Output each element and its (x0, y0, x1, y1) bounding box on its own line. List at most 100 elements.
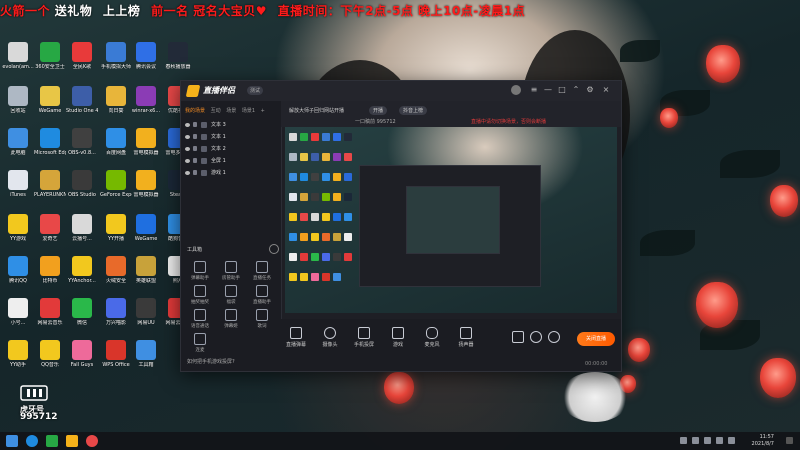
desktop-icon[interactable]: evolan(am... (2, 42, 34, 70)
desktop-icon[interactable]: 腾讯QQ (2, 256, 34, 284)
source-item[interactable]: 游戏 1 (185, 167, 277, 179)
desktop-icon[interactable]: 小号... (2, 298, 34, 326)
desktop-icon[interactable]: 网易云音乐 (34, 298, 66, 326)
desktop-icon[interactable]: YY游戏 (2, 214, 34, 242)
desktop-icon[interactable]: 全民K歌 (66, 42, 98, 70)
user-avatar[interactable] (511, 85, 521, 95)
source-item[interactable]: 文本 1 (185, 131, 277, 143)
phone-cast-button[interactable]: 手机投屏 (349, 327, 379, 348)
tab-scene[interactable]: 场景 (226, 108, 236, 114)
desktop-icon[interactable]: Microsoft Edge (34, 128, 66, 156)
tool-danmu-ji[interactable]: 弹幕姬 (216, 309, 246, 329)
desktop-icon[interactable]: GeForce Experience (100, 170, 132, 198)
stop-live-button[interactable]: 关闭直播 (577, 332, 615, 346)
lock-icon[interactable] (193, 122, 197, 127)
live-status-pill[interactable]: 开播 (369, 106, 388, 115)
desktop-icon[interactable]: Fall Guys (66, 340, 98, 368)
rank-pill[interactable]: 抖音上榜 (399, 106, 428, 115)
visibility-icon[interactable] (185, 159, 190, 163)
add-scene-icon[interactable]: + (261, 108, 265, 114)
room-title[interactable]: 解放大师子回归网站开播 (289, 107, 344, 114)
desktop-icon[interactable]: OBS Studio (66, 170, 98, 198)
desktop-icon[interactable]: 微信 (66, 298, 98, 326)
menu-icon[interactable]: ≡ (529, 85, 539, 95)
taskbar-clock[interactable]: 11:57 2021/8/7 (752, 434, 774, 448)
control-settings-button[interactable] (539, 331, 569, 343)
app-version-badge[interactable]: 测试 (247, 86, 264, 95)
desktop-icon[interactable]: YY助手 (2, 340, 34, 368)
edge-taskbar-icon[interactable] (26, 435, 38, 447)
desktop-icon[interactable]: 比特币 (34, 256, 66, 284)
volume-icon[interactable] (704, 437, 711, 444)
desktop-icon[interactable]: winrar-x6... (130, 86, 162, 114)
desktop-icon[interactable]: YYAnchor... (66, 256, 98, 284)
tool-lucky-bag[interactable]: 福袋 (216, 285, 246, 305)
visibility-icon[interactable] (185, 123, 190, 127)
desktop-icon[interactable]: 英雄联盟 (130, 256, 162, 284)
source-item[interactable]: 全屏 1 (185, 155, 277, 167)
ime-icon[interactable] (716, 437, 723, 444)
desktop-icon[interactable]: 腾讯会议 (130, 42, 162, 70)
desktop-icon[interactable]: 此电脑 (2, 128, 34, 156)
settings-icon[interactable]: ⚙ (585, 85, 595, 95)
tool-lyrics[interactable]: 歌词 (247, 309, 277, 329)
tray-up-icon[interactable] (680, 437, 687, 444)
game-button[interactable]: 游戏 (383, 327, 413, 348)
desktop-icon[interactable]: 360安全卫士 (34, 42, 66, 70)
phone-cast-help-link[interactable]: 如何把手机游戏投屏? (187, 358, 235, 365)
desktop-icon[interactable]: 春秋播放器 (162, 42, 194, 70)
desktop-icon[interactable]: WeGame (34, 86, 66, 114)
speaker-button[interactable]: 扬声器 (451, 327, 481, 348)
desktop-icon[interactable]: 火绒安全 (100, 256, 132, 284)
tool-voice-call[interactable]: 语音通话 (185, 309, 215, 329)
desktop-icon[interactable]: 向日葵 (100, 86, 132, 114)
desktop-icon[interactable]: 回收站 (2, 86, 34, 114)
action-center-icon[interactable] (786, 437, 793, 444)
desktop-icon[interactable]: 云播号... (66, 214, 98, 242)
tab-scene-1[interactable]: 场景1 (242, 108, 255, 114)
microphone-button[interactable]: 麦克风 (417, 327, 447, 348)
tab-interact[interactable]: 互动 (211, 108, 221, 114)
lock-icon[interactable] (193, 146, 197, 151)
tab-my-scene[interactable]: 我的场景 (185, 108, 205, 114)
source-item[interactable]: 文本 3 (185, 119, 277, 131)
live-danmu-button[interactable]: 直播弹幕 (281, 327, 311, 348)
desktop-icon[interactable]: 万兴喵影 (100, 298, 132, 326)
tool-live-helper[interactable]: 直播助手 (247, 285, 277, 305)
tool-room-admin[interactable]: 房管助手 (216, 261, 246, 281)
network-icon[interactable] (692, 437, 699, 444)
start-menu-icon[interactable] (6, 435, 18, 447)
desktop-icon[interactable]: OBS-v0.8... (66, 128, 98, 156)
360-taskbar-icon[interactable] (46, 435, 58, 447)
netease-taskbar-icon[interactable] (86, 435, 98, 447)
desktop-icon[interactable]: WeGame (130, 214, 162, 242)
restore-icon[interactable]: □ (557, 85, 567, 95)
tool-connect[interactable]: 连麦 (185, 333, 215, 353)
desktop-icon[interactable]: 雷电模拟器 (130, 170, 162, 198)
tool-danmu-helper[interactable]: 弹幕助手 (185, 261, 215, 281)
source-item[interactable]: 文本 2 (185, 143, 277, 155)
minimize-icon[interactable]: — (543, 85, 553, 95)
desktop-icon[interactable]: Studio One 4 (66, 86, 98, 114)
notification-tray-icon[interactable] (728, 437, 735, 444)
lock-icon[interactable] (193, 170, 197, 175)
camera-button[interactable]: 摄像头 (315, 327, 345, 348)
lock-icon[interactable] (193, 134, 197, 139)
toolbox-settings-icon[interactable] (269, 244, 279, 254)
desktop-icon[interactable]: PLAYERUNKNOWN'S BATTLEGR... (34, 170, 66, 198)
close-icon[interactable]: × (601, 85, 611, 95)
visibility-icon[interactable] (185, 135, 190, 139)
visibility-icon[interactable] (185, 171, 190, 175)
desktop-icon[interactable]: 雷电模拟器 (130, 128, 162, 156)
desktop-icon[interactable]: YY开播 (100, 214, 132, 242)
desktop-icon[interactable]: 工具箱 (130, 340, 162, 368)
app-titlebar[interactable]: 直播伴侣 测试 ≡ — □ ⌃ ⚙ × (181, 81, 621, 101)
desktop-icon[interactable]: 爱奇艺 (34, 214, 66, 242)
lock-icon[interactable] (193, 158, 197, 163)
stream-preview[interactable] (285, 127, 617, 313)
tool-live-task[interactable]: 直播任务 (247, 261, 277, 281)
desktop-icon[interactable]: QQ音乐 (34, 340, 66, 368)
live-app-taskbar-icon[interactable] (66, 435, 78, 447)
desktop-icon[interactable]: WPS Office (100, 340, 132, 368)
desktop-icon[interactable]: iTunes (2, 170, 34, 198)
